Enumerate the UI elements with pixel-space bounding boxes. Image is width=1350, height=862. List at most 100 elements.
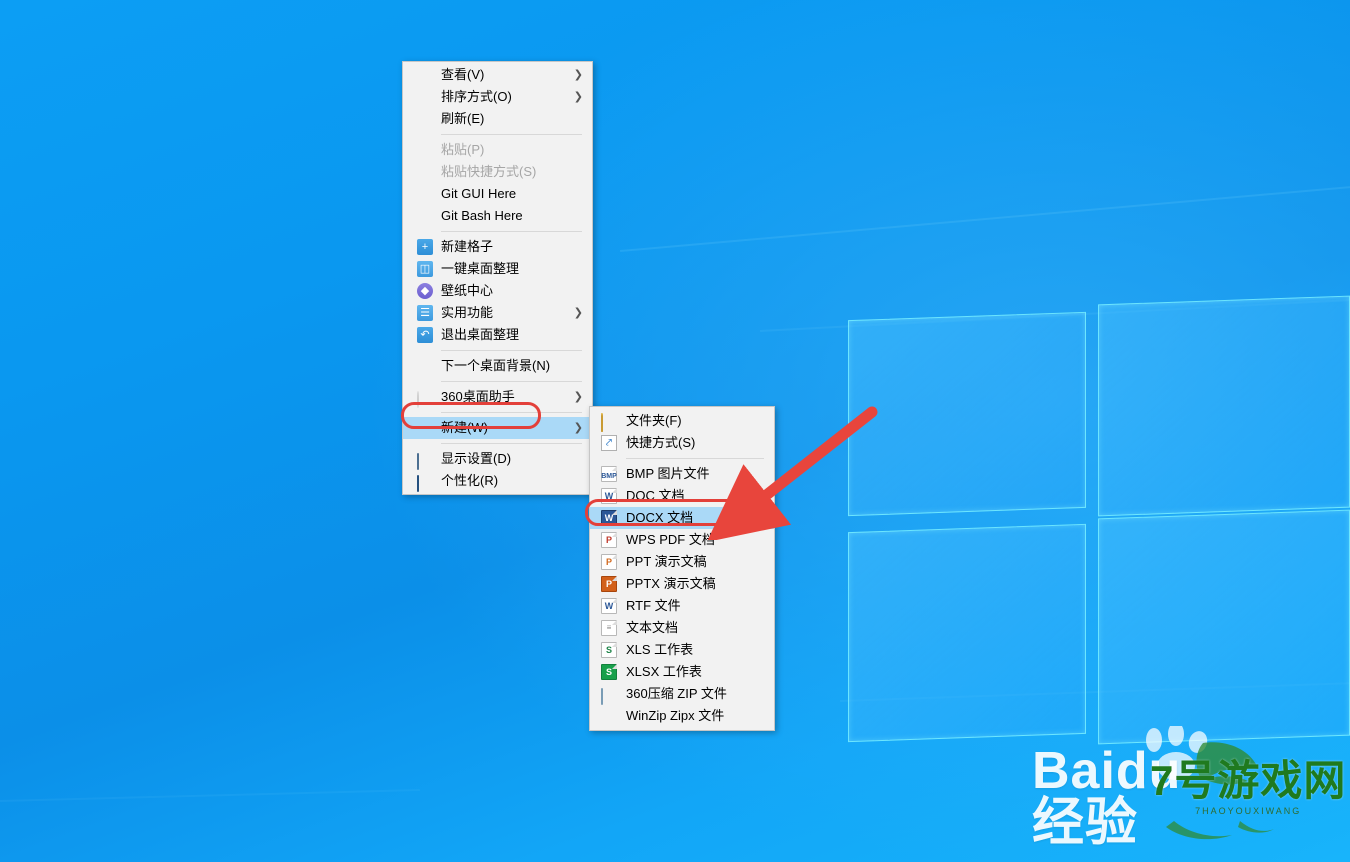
menu-item-label: Git GUI Here (441, 186, 517, 201)
submenu-item-label: PPT 演示文稿 (626, 554, 707, 569)
menu-item-new[interactable]: 新建(W) ❯ (403, 417, 592, 439)
menu-item-personalize[interactable]: 个性化(R) (403, 470, 592, 492)
desktop-context-menu[interactable]: 查看(V) ❯ 排序方式(O) ❯ 刷新(E) 粘贴(P) 粘贴快捷方式(S) … (402, 61, 593, 495)
menu-item-exit-desktop-tidy[interactable]: ↶ 退出桌面整理 (403, 324, 592, 346)
new-submenu[interactable]: 文件夹(F) ⤤ 快捷方式(S) BMP BMP 图片文件 W DOC 文档 W… (589, 406, 775, 731)
submenu-item-label: 文件夹(F) (626, 413, 682, 428)
submenu-item-docx[interactable]: W DOCX 文档 (590, 507, 774, 529)
submenu-item-wps-pdf[interactable]: P WPS PDF 文档 (590, 529, 774, 551)
submenu-item-label: 快捷方式(S) (626, 435, 696, 450)
exit-tidy-icon: ↶ (417, 327, 433, 343)
wallpaper-glow-line (760, 298, 1350, 332)
pptx-file-icon: P (601, 576, 617, 592)
chevron-right-icon: ❯ (573, 422, 583, 434)
menu-separator (441, 443, 582, 444)
menu-item-label: 下一个桌面背景(N) (441, 358, 551, 373)
menu-item-label: 360桌面助手 (441, 389, 515, 404)
ppt-file-icon: P (601, 554, 617, 570)
submenu-item-rtf[interactable]: W RTF 文件 (590, 595, 774, 617)
wps-pdf-file-icon: P (601, 532, 617, 548)
submenu-item-ppt[interactable]: P PPT 演示文稿 (590, 551, 774, 573)
xls-file-icon: S (601, 642, 617, 658)
wallpaper-glow-line (0, 789, 420, 802)
submenu-item-winzip-zipx[interactable]: WinZip Zipx 文件 (590, 705, 774, 727)
menu-separator (441, 134, 582, 135)
zip-file-icon (601, 686, 617, 705)
menu-item-label: 个性化(R) (441, 473, 499, 488)
submenu-item-shortcut[interactable]: ⤤ 快捷方式(S) (590, 432, 774, 454)
submenu-item-label: XLSX 工作表 (626, 664, 702, 679)
submenu-separator (626, 458, 764, 459)
new-grid-icon: + (417, 239, 433, 255)
menu-item-utilities[interactable]: ☰ 实用功能 ❯ (403, 302, 592, 324)
menu-item-new-grid[interactable]: + 新建格子 (403, 236, 592, 258)
menu-item-label: 退出桌面整理 (441, 327, 520, 342)
menu-separator (441, 381, 582, 382)
360-icon (417, 389, 433, 408)
git-icon (417, 186, 433, 202)
menu-item-label: 壁纸中心 (441, 283, 494, 298)
chevron-right-icon: ❯ (573, 391, 583, 403)
menu-item-label: 显示设置(D) (441, 451, 512, 466)
submenu-item-label: DOCX 文档 (626, 510, 694, 525)
rtf-file-icon: W (601, 598, 617, 614)
folder-icon (601, 413, 617, 432)
submenu-item-label: PPTX 演示文稿 (626, 576, 716, 591)
menu-item-display-settings[interactable]: 显示设置(D) (403, 448, 592, 470)
menu-item-label: 刷新(E) (441, 111, 485, 126)
menu-item-git-bash-here[interactable]: Git Bash Here (403, 205, 592, 227)
menu-item-paste: 粘贴(P) (403, 139, 592, 161)
submenu-item-label: BMP 图片文件 (626, 466, 710, 481)
windows-logo-icon (848, 295, 1350, 770)
menu-item-label: 实用功能 (441, 305, 494, 320)
wallpaper-center-icon: ◆ (417, 283, 433, 299)
utilities-icon: ☰ (417, 305, 433, 321)
xlsx-file-icon: S (601, 664, 617, 680)
submenu-item-xls[interactable]: S XLS 工作表 (590, 639, 774, 661)
menu-item-next-desktop-background[interactable]: 下一个桌面背景(N) (403, 355, 592, 377)
menu-item-label: 排序方式(O) (441, 89, 512, 104)
submenu-item-label: RTF 文件 (626, 598, 681, 613)
submenu-item-xlsx[interactable]: S XLSX 工作表 (590, 661, 774, 683)
menu-item-360-desktop-assistant[interactable]: 360桌面助手 ❯ (403, 386, 592, 408)
menu-item-git-gui-here[interactable]: Git GUI Here (403, 183, 592, 205)
submenu-item-bmp[interactable]: BMP BMP 图片文件 (590, 463, 774, 485)
menu-item-label: 一键桌面整理 (441, 261, 520, 276)
menu-separator (441, 350, 582, 351)
git-icon (417, 208, 433, 224)
submenu-item-360-zip[interactable]: 360压缩 ZIP 文件 (590, 683, 774, 705)
menu-item-sort-by[interactable]: 排序方式(O) ❯ (403, 86, 592, 108)
submenu-item-label: 360压缩 ZIP 文件 (626, 686, 727, 701)
submenu-item-label: WPS PDF 文档 (626, 532, 715, 547)
submenu-item-doc[interactable]: W DOC 文档 (590, 485, 774, 507)
desktop-tidy-icon: ◫ (417, 261, 433, 277)
shortcut-icon: ⤤ (601, 435, 617, 451)
menu-item-label: 粘贴(P) (441, 142, 485, 157)
submenu-item-text-document[interactable]: ≡ 文本文档 (590, 617, 774, 639)
submenu-item-folder[interactable]: 文件夹(F) (590, 410, 774, 432)
submenu-item-pptx[interactable]: P PPTX 演示文稿 (590, 573, 774, 595)
menu-separator (441, 412, 582, 413)
wallpaper-glow-line (840, 681, 1350, 702)
submenu-item-label: DOC 文档 (626, 488, 685, 503)
chevron-right-icon: ❯ (573, 307, 583, 319)
submenu-item-label: 文本文档 (626, 620, 679, 635)
menu-item-refresh[interactable]: 刷新(E) (403, 108, 592, 130)
menu-item-label: 新建格子 (441, 239, 494, 254)
menu-item-label: 新建(W) (441, 420, 488, 435)
personalize-icon (417, 473, 433, 492)
wallpaper-glow-line (620, 183, 1350, 252)
submenu-item-label: XLS 工作表 (626, 642, 694, 657)
docx-file-icon: W (601, 510, 617, 526)
doc-file-icon: W (601, 488, 617, 504)
menu-item-wallpaper-center[interactable]: ◆ 壁纸中心 (403, 280, 592, 302)
menu-item-view[interactable]: 查看(V) ❯ (403, 64, 592, 86)
monitor-icon (417, 451, 433, 470)
chevron-right-icon: ❯ (573, 91, 583, 103)
menu-item-desktop-tidy[interactable]: ◫ 一键桌面整理 (403, 258, 592, 280)
menu-item-label: Git Bash Here (441, 208, 523, 223)
chevron-right-icon: ❯ (573, 69, 583, 81)
bmp-file-icon: BMP (601, 466, 617, 482)
menu-item-paste-shortcut: 粘贴快捷方式(S) (403, 161, 592, 183)
submenu-item-label: WinZip Zipx 文件 (626, 708, 725, 723)
